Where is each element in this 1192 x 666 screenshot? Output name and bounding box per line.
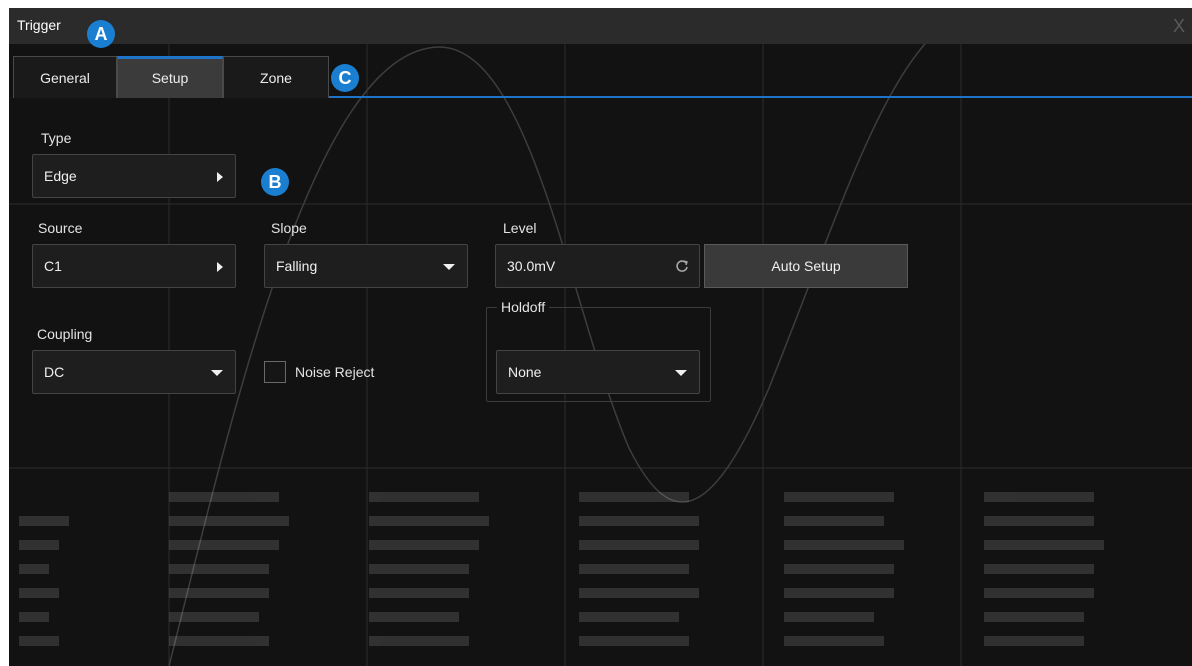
measurement-cell (784, 636, 884, 646)
measurement-cell (169, 636, 269, 646)
measurement-cell (984, 540, 1104, 550)
tab-bar: General Setup Zone (13, 56, 1192, 98)
slope-value: Falling (276, 258, 318, 274)
measurement-cell (784, 564, 894, 574)
measurement-cell (19, 588, 59, 598)
tab-general[interactable]: General (13, 56, 117, 98)
measurement-cell (784, 540, 904, 550)
dialog-title: Trigger (17, 17, 61, 33)
refresh-icon (676, 260, 688, 272)
measurement-cell (19, 540, 59, 550)
type-selector[interactable]: Edge (32, 154, 236, 198)
measurement-cell (369, 516, 489, 526)
measurement-cell (984, 492, 1094, 502)
measurement-cell (579, 564, 689, 574)
tab-zone[interactable]: Zone (223, 56, 329, 98)
measurement-cell (169, 612, 259, 622)
chevron-down-icon (443, 264, 455, 270)
annotation-badge-c: C (331, 64, 359, 92)
measurement-cell (784, 516, 884, 526)
measurement-cell (984, 612, 1084, 622)
measurement-row (9, 588, 1192, 608)
noise-reject-label: Noise Reject (295, 364, 375, 380)
source-value: C1 (44, 258, 62, 274)
coupling-label: Coupling (37, 326, 93, 342)
measurement-cell (369, 540, 479, 550)
measurement-row (9, 492, 1192, 512)
measurement-cell (984, 588, 1094, 598)
measurement-cell (784, 612, 874, 622)
measurement-row (9, 612, 1192, 632)
measurement-cell (369, 612, 459, 622)
measurement-cell (169, 516, 289, 526)
measurement-cell (169, 540, 279, 550)
measurement-cell (369, 564, 469, 574)
measurement-row (9, 516, 1192, 536)
holdoff-label: Holdoff (497, 299, 550, 315)
type-value: Edge (44, 168, 77, 184)
measurement-cell (579, 540, 699, 550)
slope-label: Slope (271, 220, 307, 236)
measurement-row (9, 564, 1192, 584)
level-value: 30.0mV (507, 258, 556, 274)
title-bar: Trigger X (9, 8, 1192, 44)
measurement-cell (579, 492, 689, 502)
measurement-cell (19, 612, 49, 622)
measurement-cell (19, 636, 59, 646)
measurement-cell (579, 612, 679, 622)
chevron-down-icon (211, 370, 223, 376)
measurement-cell (369, 492, 479, 502)
holdoff-group: Holdoff None (486, 299, 711, 402)
measurement-cell (984, 516, 1094, 526)
slope-dropdown[interactable]: Falling (264, 244, 468, 288)
measurement-cell (579, 516, 699, 526)
annotation-badge-b: B (261, 168, 289, 196)
measurement-cell (19, 516, 69, 526)
type-label: Type (41, 130, 72, 146)
measurement-cell (984, 636, 1084, 646)
annotation-badge-a: A (87, 20, 115, 48)
holdoff-value: None (508, 364, 542, 380)
measurement-cell (984, 564, 1094, 574)
close-icon[interactable]: X (1166, 10, 1192, 42)
background-measurement-table (9, 484, 1192, 666)
measurement-cell (169, 588, 269, 598)
trigger-dialog: Trigger X A General Setup Zone C Type Ed… (9, 8, 1192, 666)
measurement-cell (784, 492, 894, 502)
holdoff-dropdown[interactable]: None (496, 350, 700, 394)
measurement-cell (169, 564, 269, 574)
coupling-value: DC (44, 364, 65, 380)
tab-setup[interactable]: Setup (117, 56, 223, 98)
auto-setup-button[interactable]: Auto Setup (704, 244, 908, 288)
level-input[interactable]: 30.0mV (495, 244, 700, 288)
coupling-dropdown[interactable]: DC (32, 350, 236, 394)
measurement-cell (369, 636, 469, 646)
arrow-right-icon (217, 262, 223, 272)
measurement-cell (19, 564, 49, 574)
noise-reject-checkbox[interactable] (264, 361, 286, 383)
chevron-down-icon (675, 370, 687, 376)
measurement-cell (784, 588, 894, 598)
measurement-cell (579, 588, 699, 598)
measurement-cell (369, 588, 469, 598)
measurement-cell (169, 492, 279, 502)
measurement-row (9, 636, 1192, 656)
measurement-cell (579, 636, 689, 646)
arrow-right-icon (217, 172, 223, 182)
source-label: Source (38, 220, 83, 236)
measurement-row (9, 540, 1192, 560)
source-selector[interactable]: C1 (32, 244, 236, 288)
level-label: Level (503, 220, 537, 236)
